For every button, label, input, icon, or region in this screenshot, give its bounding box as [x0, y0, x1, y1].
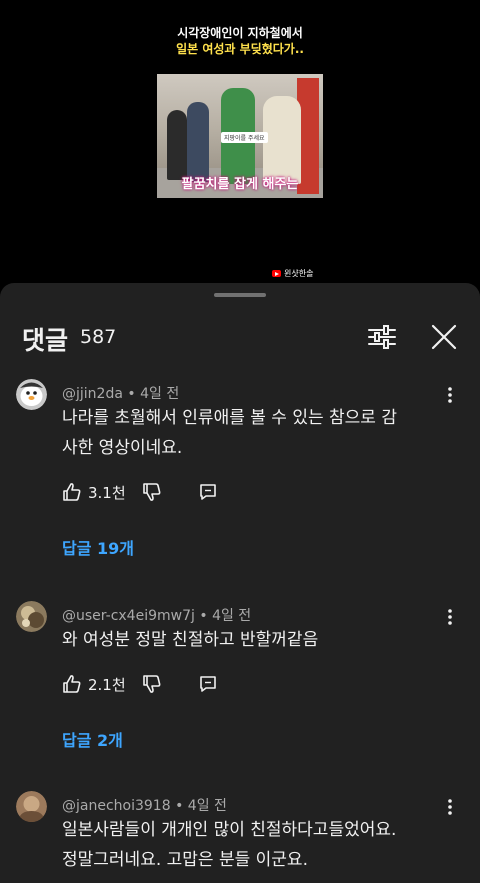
video-title-line1: 시각장애인이 지하철에서 [177, 26, 303, 40]
meta-separator: • [199, 608, 208, 624]
comment-text: 일본사람들이 개개인 많이 친절하다고들었어요. 정말그러네요. 고맙은 분들 … [62, 815, 458, 875]
comment-actions: 3.1천 [62, 479, 218, 505]
avatar[interactable] [16, 791, 47, 822]
youtube-logo-icon [272, 270, 281, 277]
drag-handle[interactable] [214, 293, 266, 297]
more-options-icon[interactable] [440, 797, 460, 817]
like-count: 3.1천 [88, 483, 126, 502]
thumbs-down-icon[interactable] [142, 482, 162, 502]
person-figure [187, 102, 209, 182]
video-title-line2: 일본 여성과 부딪혔다가.. [176, 42, 304, 56]
meta-separator: • [175, 798, 184, 814]
comment-meta: @jjin2da • 4일 전 [62, 383, 179, 403]
comments-count: 587 [80, 326, 117, 348]
close-icon[interactable] [428, 321, 460, 353]
comment-actions: 2.1천 [62, 671, 218, 697]
channel-name: 윈샷한솔 [284, 269, 314, 278]
more-options-icon[interactable] [440, 385, 460, 405]
comment-author[interactable]: @janechoi3918 [62, 798, 171, 814]
person-figure [167, 110, 187, 180]
channel-watermark: 윈샷한솔 [272, 268, 313, 279]
avatar[interactable] [16, 379, 47, 410]
comment-text: 와 여성분 정말 친절하고 반할꺼같음 [62, 625, 458, 655]
comment-time: 4일 전 [187, 798, 227, 814]
reply-icon[interactable] [198, 482, 218, 502]
thumbs-up-icon[interactable] [62, 674, 82, 694]
comment-author[interactable]: @jjin2da [62, 386, 123, 402]
thumbnail-sign: 지팡이를 주세요 [221, 132, 268, 143]
view-replies-link[interactable]: 답글 2개 [62, 727, 123, 751]
sort-filter-icon[interactable] [366, 323, 398, 351]
reply-icon[interactable] [198, 674, 218, 694]
comment-line: 사한 영상이네요. [62, 438, 183, 458]
video-player[interactable]: 시각장애인이 지하철에서 일본 여성과 부딪혔다가.. 지팡이를 주세요 팔꿈치… [0, 0, 480, 286]
comments-sheet: 댓글 587 @jjin2da • 4일 전 나라를 초월해서 인류애를 볼 수… [0, 283, 480, 883]
comment-line: 정말그러네요. 고맙은 분들 이군요. [62, 850, 308, 870]
view-replies-link[interactable]: 답글 19개 [62, 535, 134, 559]
thumbnail-caption: 팔꿈치를 잡게 해주는 [181, 177, 299, 192]
person-figure [263, 96, 301, 184]
comment-line: 와 여성분 정말 친절하고 반할꺼같음 [62, 630, 319, 650]
thumbs-up-icon[interactable] [62, 482, 82, 502]
video-frame: 지팡이를 주세요 팔꿈치를 잡게 해주는 [157, 74, 323, 198]
meta-separator: • [127, 386, 136, 402]
comment-time: 4일 전 [212, 608, 252, 624]
thumbs-down-icon[interactable] [142, 674, 162, 694]
like-count: 2.1천 [88, 675, 126, 694]
comment-text: 나라를 초월해서 인류애를 볼 수 있는 참으로 감 사한 영상이네요. [62, 403, 458, 463]
comment-line: 나라를 초월해서 인류애를 볼 수 있는 참으로 감 [62, 408, 397, 428]
more-options-icon[interactable] [440, 607, 460, 627]
comment-meta: @user-cx4ei9mw7j • 4일 전 [62, 605, 251, 625]
avatar[interactable] [16, 601, 47, 632]
comment-time: 4일 전 [140, 386, 180, 402]
comment-author[interactable]: @user-cx4ei9mw7j [62, 608, 195, 624]
comment-meta: @janechoi3918 • 4일 전 [62, 795, 227, 815]
comment-line: 일본사람들이 개개인 많이 친절하다고들었어요. [62, 820, 397, 840]
comments-title: 댓글 [22, 326, 69, 355]
